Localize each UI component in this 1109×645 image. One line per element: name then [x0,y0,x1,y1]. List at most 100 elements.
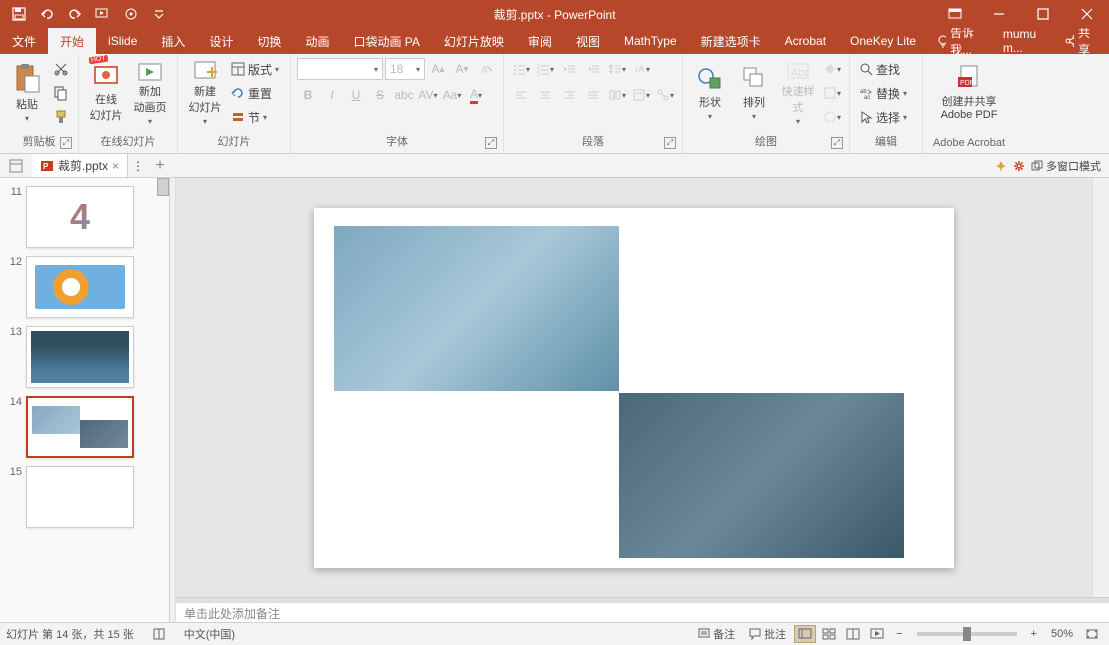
bullets-button[interactable]: ▾ [510,58,532,80]
undo-button[interactable] [34,2,60,26]
columns-button[interactable]: ▾ [606,84,628,106]
paragraph-launcher[interactable]: ⤢ [664,137,676,149]
thumbnail-panel[interactable]: 11 4 12 13 14 15 [0,178,170,622]
bold-button[interactable]: B [297,84,319,106]
align-left-button[interactable] [510,84,532,106]
replace-button[interactable]: abac替换▾ [856,82,916,104]
select-button[interactable]: 选择▾ [856,106,916,128]
comments-toggle-button[interactable]: 批注 [743,624,792,644]
slide-canvas-area[interactable] [176,178,1092,597]
zoom-slider-thumb[interactable] [963,627,971,641]
drawing-launcher[interactable]: ⤢ [831,137,843,149]
slideshow-view-button[interactable] [866,625,888,643]
tab-view[interactable]: 视图 [564,28,612,54]
redo-button[interactable] [62,2,88,26]
quick-styles-button[interactable]: Abc 快速样式▾ [777,58,819,126]
reading-view-button[interactable] [842,625,864,643]
justify-button[interactable] [582,84,604,106]
share-button[interactable]: 共享 [1056,24,1103,58]
zoom-in-button[interactable]: + [1025,626,1043,642]
notes-toggle-button[interactable]: 备注 [692,624,741,644]
notes-pane[interactable]: 单击此处添加备注 [176,602,1109,622]
shape-fill-button[interactable]: ▾ [821,58,843,80]
new-animation-button[interactable]: 新加 动画页 ▾ [129,58,171,126]
normal-view-button[interactable] [794,625,816,643]
tab-design[interactable]: 设计 [197,28,245,54]
create-pdf-button[interactable]: PDF 创建并共享 Adobe PDF [929,58,1009,126]
shapes-button[interactable]: 形状▾ [689,58,731,126]
underline-button[interactable]: U [345,84,367,106]
increase-font-button[interactable]: A▴ [427,58,449,80]
strikethrough-button[interactable]: S [369,84,391,106]
tab-more-button[interactable]: ⋮ [128,159,148,173]
decrease-indent-button[interactable] [558,58,580,80]
tab-transitions[interactable]: 切换 [245,28,293,54]
close-tab-button[interactable]: × [112,159,119,173]
user-name[interactable]: mumu m... [995,27,1052,55]
online-slides-button[interactable]: 在线 幻灯片 [85,58,127,126]
outline-toggle[interactable] [0,159,32,173]
smartart-button[interactable]: ▾ [654,84,676,106]
ribbon-display-button[interactable] [933,0,977,28]
text-direction-button[interactable]: ↕A▾ [630,58,652,80]
tab-acrobat[interactable]: Acrobat [773,28,838,54]
tab-onekey[interactable]: OneKey Lite [838,28,928,54]
zoom-level-label[interactable]: 50% [1045,626,1079,642]
tell-me-input[interactable]: 告诉我... [928,24,991,58]
fit-to-window-button[interactable] [1081,625,1103,643]
shape-outline-button[interactable]: ▾ [821,82,843,104]
text-shadow-button[interactable]: abc [393,84,415,106]
tab-file[interactable]: 文件 [0,28,48,54]
thumbnail-14[interactable]: 14 [0,392,169,462]
scroll-up-handle[interactable] [157,178,169,196]
slide-image-2[interactable] [619,393,904,558]
pin-button[interactable] [995,160,1007,172]
tab-home[interactable]: 开始 [48,28,96,54]
change-case-button[interactable]: Aa▾ [441,84,463,106]
tab-slideshow[interactable]: 幻灯片放映 [432,28,516,54]
cut-button[interactable] [50,58,72,80]
font-launcher[interactable]: ⤢ [485,137,497,149]
vertical-scrollbar[interactable] [1092,178,1109,597]
zoom-slider[interactable] [917,632,1017,636]
tab-pocket-anim[interactable]: 口袋动画 PA [341,28,431,54]
tab-new[interactable]: 新建选项卡 [689,28,773,54]
numbering-button[interactable]: 123▾ [534,58,556,80]
slide-image-1[interactable] [334,226,619,391]
align-center-button[interactable] [534,84,556,106]
section-button[interactable]: 节▾ [228,106,284,128]
start-from-beginning-button[interactable] [90,2,116,26]
slide-counter[interactable]: 幻灯片 第 14 张，共 15 张 [6,626,134,642]
document-tab-1[interactable]: P 裁剪.pptx × [32,154,128,177]
maximize-button[interactable] [1021,0,1065,28]
increase-indent-button[interactable] [582,58,604,80]
tab-review[interactable]: 审阅 [516,28,564,54]
zoom-out-button[interactable]: − [890,626,908,642]
line-spacing-button[interactable]: ▾ [606,58,628,80]
clear-formatting-button[interactable]: A [475,58,497,80]
align-right-button[interactable] [558,84,580,106]
thumbnail-13[interactable]: 13 [0,322,169,392]
thumbnail-15[interactable]: 15 [0,462,169,532]
close-button[interactable] [1065,0,1109,28]
settings-button[interactable] [1013,160,1025,172]
character-spacing-button[interactable]: AV▾ [417,84,439,106]
multiwindow-button[interactable]: 多窗口模式 [1031,158,1101,174]
slide-canvas[interactable] [314,208,954,568]
sorter-view-button[interactable] [818,625,840,643]
save-button[interactable] [6,2,32,26]
find-button[interactable]: 查找 [856,58,916,80]
new-slide-button[interactable]: 新建 幻灯片 ▾ [184,58,226,126]
add-tab-button[interactable]: + [148,157,172,175]
decrease-font-button[interactable]: A▾ [451,58,473,80]
shape-effects-button[interactable]: ▾ [821,106,843,128]
tab-mathtype[interactable]: MathType [612,28,689,54]
paste-button[interactable]: 粘贴 ▾ [6,58,48,126]
minimize-button[interactable] [977,0,1021,28]
font-color-button[interactable]: A▾ [465,84,487,106]
italic-button[interactable]: I [321,84,343,106]
reset-button[interactable]: 重置 [228,82,284,104]
layout-button[interactable]: 版式▾ [228,58,284,80]
copy-button[interactable] [50,82,72,104]
spell-check-button[interactable] [146,625,172,643]
